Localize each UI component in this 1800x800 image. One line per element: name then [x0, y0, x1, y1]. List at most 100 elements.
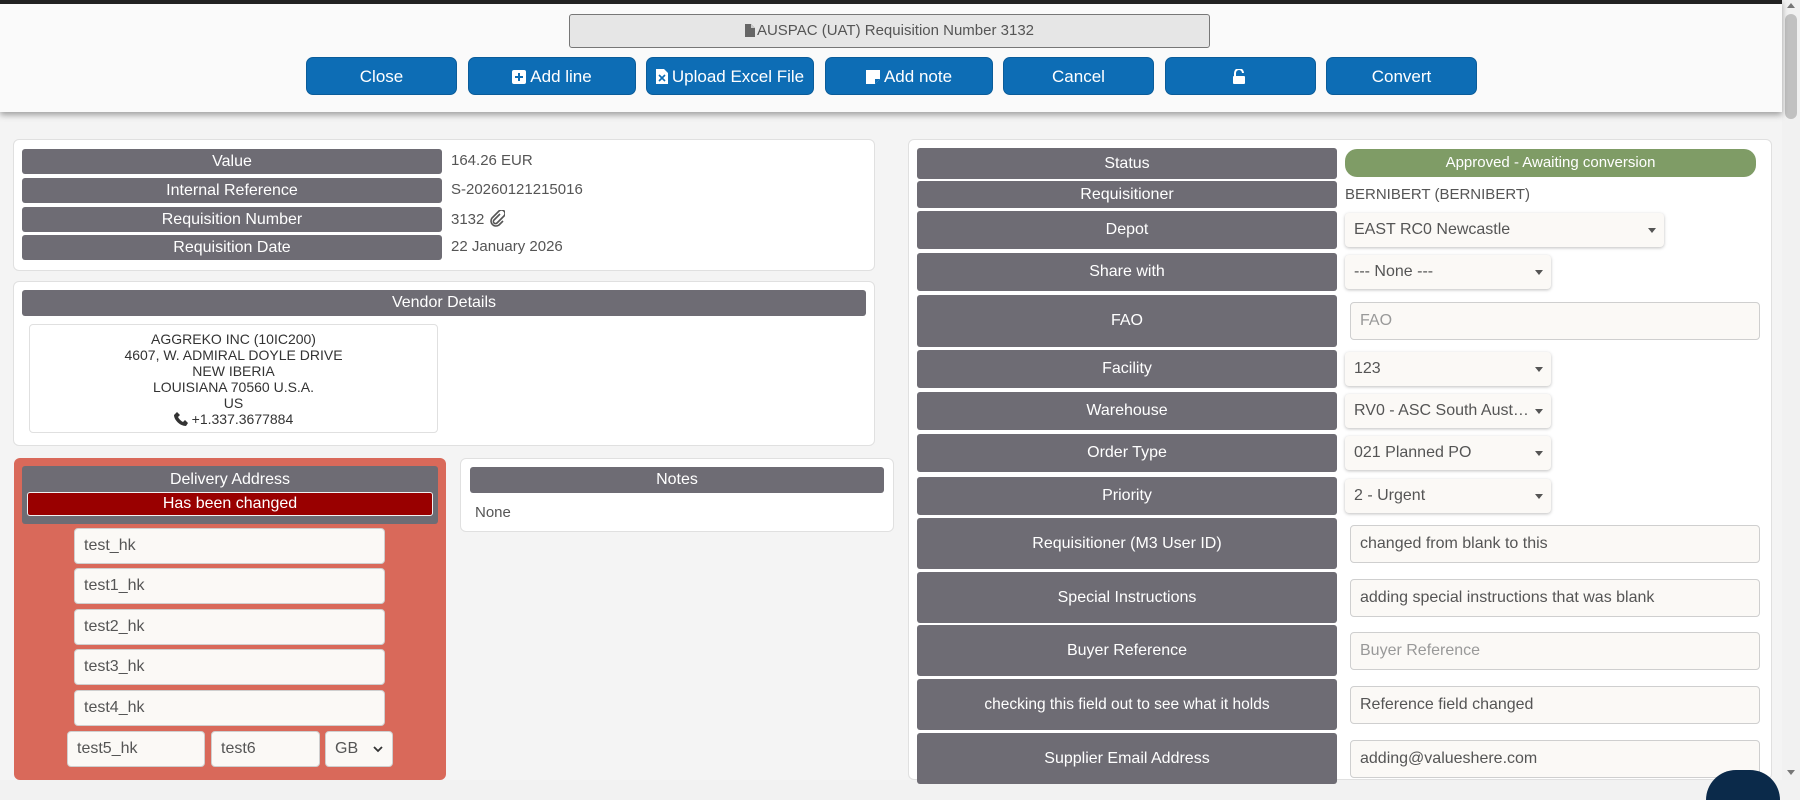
share-with-select[interactable]: --- None ---	[1345, 255, 1551, 289]
cancel-button-label: Cancel	[1052, 67, 1105, 86]
vendor-address-card: AGGREKO INC (10IC200) 4607, W. ADMIRAL D…	[29, 324, 438, 433]
share-with-select-value: --- None ---	[1354, 263, 1434, 280]
scroll-up-arrow[interactable]	[1787, 3, 1795, 8]
delivery-address-line-2[interactable]: test1_hk	[74, 568, 385, 604]
depot-select-value: EAST RC0 Newcastle	[1354, 221, 1511, 238]
vendor-phone: +1.337.3677884	[30, 411, 437, 427]
page-scrollbar[interactable]	[1782, 0, 1800, 780]
caret-down-icon	[1535, 451, 1543, 456]
unlock-button[interactable]	[1165, 57, 1316, 95]
vendor-street: 4607, W. ADMIRAL DOYLE DRIVE	[124, 347, 343, 363]
buyer-reference-label: Buyer Reference	[917, 625, 1337, 676]
warehouse-select[interactable]: RV0 - ASC South Aust…	[1345, 394, 1551, 428]
order-type-label: Order Type	[917, 434, 1337, 472]
address-changed-badge: Has been changed	[27, 492, 433, 516]
m3-user-id-input[interactable]: changed from blank to this	[1350, 525, 1760, 563]
notes-heading: Notes	[470, 467, 884, 493]
scroll-down-arrow[interactable]	[1787, 770, 1795, 775]
chevron-down-icon	[373, 746, 383, 753]
internal-reference-value: S-20260121215016	[451, 181, 583, 198]
scrollbar-thumb[interactable]	[1785, 14, 1797, 119]
vendor-state: LOUISIANA 70560 U.S.A.	[152, 379, 315, 395]
add-line-button[interactable]: Add line	[468, 57, 636, 95]
caret-down-icon	[1535, 494, 1543, 499]
m3-user-id-label: Requisitioner (M3 User ID)	[917, 518, 1337, 569]
requisition-title: AUSPAC (UAT) Requisition Number 3132	[569, 14, 1210, 48]
share-with-label: Share with	[917, 253, 1337, 291]
cancel-button[interactable]: Cancel	[1003, 57, 1154, 95]
upload-excel-button-label: Upload Excel File	[671, 67, 805, 86]
add-line-button-label: Add line	[530, 67, 592, 86]
value-amount: 164.26 EUR	[451, 152, 533, 169]
requisitioner-label: Requisitioner	[917, 181, 1337, 208]
order-type-select[interactable]: 021 Planned PO	[1345, 436, 1551, 470]
vendor-country: US	[223, 395, 244, 411]
caret-down-icon	[1535, 270, 1543, 275]
supplier-email-label: Supplier Email Address	[917, 733, 1337, 784]
note-icon	[865, 70, 880, 84]
internal-reference-label: Internal Reference	[22, 178, 442, 203]
order-type-select-value: 021 Planned PO	[1354, 444, 1472, 461]
document-icon	[744, 24, 755, 37]
delivery-address-line-4[interactable]: test3_hk	[74, 649, 385, 685]
delivery-address-heading: Delivery Address	[169, 471, 291, 488]
warehouse-label: Warehouse	[917, 392, 1337, 430]
supplier-email-input[interactable]: adding@valueshere.com	[1350, 740, 1760, 778]
fao-input[interactable]: FAO	[1350, 302, 1760, 340]
depot-label: Depot	[917, 211, 1337, 249]
add-note-button-label: Add note	[883, 67, 953, 86]
toolbar: AUSPAC (UAT) Requisition Number 3132 Clo…	[0, 0, 1782, 112]
phone-icon	[173, 412, 188, 426]
buyer-reference-input[interactable]: Buyer Reference	[1350, 632, 1760, 670]
priority-select[interactable]: 2 - Urgent	[1345, 479, 1551, 513]
country-select-value: GB	[335, 740, 359, 757]
convert-button[interactable]: Convert	[1326, 57, 1477, 95]
unlock-icon	[1232, 68, 1245, 84]
requisition-number-value: 3132	[451, 209, 506, 228]
requisition-number-label: Requisition Number	[22, 207, 442, 232]
requisitioner-value: BERNIBERT (BERNIBERT)	[1345, 186, 1531, 203]
vendor-phone-text: +1.337.3677884	[191, 411, 294, 427]
requisition-date-label: Requisition Date	[22, 235, 442, 260]
delivery-address-line-1[interactable]: test_hk	[74, 528, 385, 564]
vendor-city: NEW IBERIA	[192, 363, 275, 379]
requisition-title-text: AUSPAC (UAT) Requisition Number 3132	[756, 22, 1035, 39]
delivery-address-line-5[interactable]: test4_hk	[74, 690, 385, 726]
priority-select-value: 2 - Urgent	[1354, 487, 1426, 504]
special-instructions-label: Special Instructions	[917, 572, 1337, 623]
convert-button-label: Convert	[1371, 67, 1432, 86]
excel-file-icon	[655, 69, 668, 84]
facility-select[interactable]: 123	[1345, 352, 1551, 386]
vendor-name: AGGREKO INC (10IC200)	[151, 331, 316, 347]
upload-excel-button[interactable]: Upload Excel File	[646, 57, 814, 95]
delivery-postcode-field[interactable]: test5_hk	[67, 731, 205, 767]
facility-select-value: 123	[1354, 360, 1381, 377]
status-badge: Approved - Awaiting conversion	[1345, 149, 1756, 177]
delivery-address-header: Delivery Address Has been changed	[22, 466, 438, 524]
priority-label: Priority	[917, 477, 1337, 515]
requisition-number-text: 3132	[451, 211, 485, 228]
fao-label: FAO	[917, 295, 1337, 347]
plus-square-icon	[512, 70, 527, 84]
notes-text: None	[475, 504, 511, 521]
paperclip-icon[interactable]	[489, 209, 506, 227]
depot-select[interactable]: EAST RC0 Newcastle	[1345, 213, 1664, 247]
close-button-label: Close	[359, 67, 404, 86]
delivery-address-line-3[interactable]: test2_hk	[74, 609, 385, 645]
vendor-details-heading: Vendor Details	[22, 290, 866, 316]
checking-field-input[interactable]: Reference field changed	[1350, 686, 1760, 724]
delivery-extra-field[interactable]: test6	[211, 731, 320, 767]
add-note-button[interactable]: Add note	[825, 57, 993, 95]
value-label: Value	[22, 149, 442, 174]
close-button[interactable]: Close	[306, 57, 457, 95]
country-select[interactable]: GB	[325, 731, 393, 767]
warehouse-select-value: RV0 - ASC South Aust…	[1354, 402, 1529, 419]
checking-field-label: checking this field out to see what it h…	[917, 679, 1337, 730]
requisition-date-value: 22 January 2026	[451, 238, 563, 255]
caret-down-icon	[1648, 228, 1656, 233]
special-instructions-input[interactable]: adding special instructions that was bla…	[1350, 579, 1760, 617]
facility-label: Facility	[917, 350, 1337, 388]
caret-down-icon	[1535, 367, 1543, 372]
caret-down-icon	[1535, 409, 1543, 414]
status-label: Status	[917, 148, 1337, 179]
